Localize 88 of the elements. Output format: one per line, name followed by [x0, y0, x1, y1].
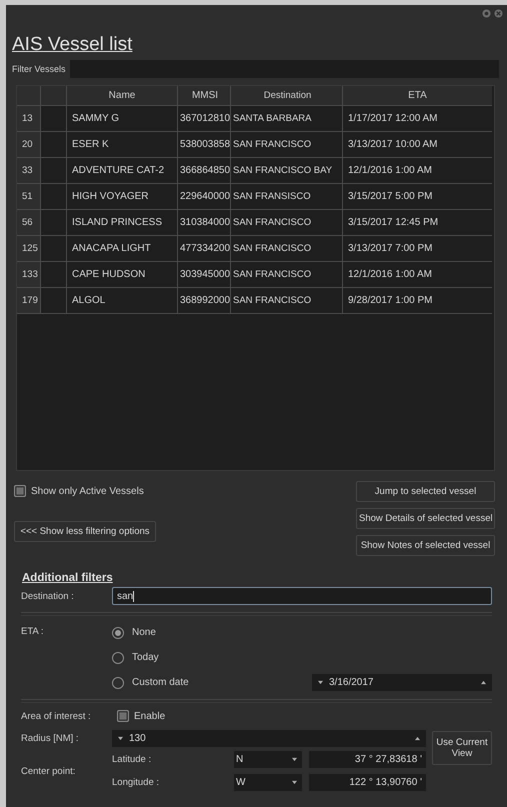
table-cell: ANACAPA LIGHT — [67, 236, 178, 262]
checkbox[interactable] — [117, 710, 129, 722]
table-cell: 12/1/2016 1:00 AM — [343, 158, 492, 184]
table-cell: SAN FRANCISCO BAY — [231, 158, 343, 184]
table-cell: 3/13/2017 7:00 PM — [343, 236, 492, 262]
table-cell — [41, 262, 67, 288]
column-header[interactable]: ETA — [343, 86, 492, 106]
column-header[interactable]: Destination — [231, 86, 343, 106]
row-number[interactable]: 33 — [17, 158, 41, 184]
checkbox[interactable] — [14, 485, 26, 497]
coordinate-field[interactable]: 122 ° 13,90760 ' — [309, 774, 426, 791]
field-label: Area of interest : — [21, 710, 92, 722]
radio-label: Today — [132, 652, 159, 663]
table-cell — [41, 132, 67, 158]
table-cell: 9/28/2017 1:00 PM — [343, 288, 492, 314]
table-cell: CAPE HUDSON — [67, 262, 178, 288]
table-cell: 3/13/2017 10:00 AM — [343, 132, 492, 158]
radio-label: Custom date — [132, 677, 189, 688]
section-title: Additional filters — [22, 572, 113, 584]
table-cell: SAMMY G — [67, 106, 178, 132]
table-cell: 477334200 — [178, 236, 231, 262]
field-label: Center point: — [21, 766, 76, 776]
field-label: Radius [NM] : — [21, 732, 80, 744]
checkbox-label: Enable — [134, 710, 166, 722]
table-cell: SAN FRANCISCO — [231, 132, 343, 158]
table-cell: SAN FRANCISCO — [231, 210, 343, 236]
radio-label: None — [132, 627, 156, 638]
table-cell — [41, 158, 67, 184]
table-cell: ALGOL — [67, 288, 178, 314]
column-header[interactable]: Name — [67, 86, 178, 106]
row-number[interactable]: 56 — [17, 210, 41, 236]
row-number[interactable]: 13 — [17, 106, 41, 132]
table-cell: SAN FRANSISCO — [231, 184, 343, 210]
table-cell: 366864850 — [178, 158, 231, 184]
table-cell: 538003858 — [178, 132, 231, 158]
date-spinner[interactable]: 3/16/2017 — [312, 674, 492, 691]
filter-label: Filter Vessels — [12, 64, 66, 74]
coordinate-field[interactable]: 37 ° 27,83618 ' — [309, 751, 426, 768]
row-number[interactable]: 125 — [17, 236, 41, 262]
table-cell — [41, 210, 67, 236]
table-cell: 367012810 — [178, 106, 231, 132]
coordinate-label: Longitude : — [112, 777, 160, 788]
table-cell: 1/17/2017 12:00 AM — [343, 106, 492, 132]
table-cell — [41, 288, 67, 314]
radius-spinner[interactable]: 130 — [112, 730, 426, 746]
coordinate-label: Latitude : — [112, 754, 152, 765]
table-cell: 3/15/2017 5:00 PM — [343, 184, 492, 210]
use-current-view-button[interactable]: Use Current View — [432, 731, 492, 765]
caret-icon — [291, 757, 298, 762]
destination-field[interactable]: san — [112, 587, 492, 605]
row-number[interactable]: 179 — [17, 288, 41, 314]
column-header[interactable]: MMSI — [178, 86, 231, 106]
field-label: ETA : — [21, 625, 45, 639]
table-cell: SAN FRANCISCO — [231, 288, 343, 314]
row-number[interactable]: 133 — [17, 262, 41, 288]
table-cell: SAN FRANCISCO — [231, 262, 343, 288]
row-number[interactable]: 51 — [17, 184, 41, 210]
table-cell: HIGH VOYAGER — [67, 184, 178, 210]
table-cell: SAN FRANCISCO — [231, 236, 343, 262]
checkbox-label: Show only Active Vessels — [31, 486, 144, 496]
table-cell — [41, 236, 67, 262]
table-cell — [41, 184, 67, 210]
table-cell: ISLAND PRINCESS — [67, 210, 178, 236]
table-cell: SANTA BARBARA — [231, 106, 343, 132]
settings-icon[interactable] — [482, 8, 491, 18]
table-cell: 229640000 — [178, 184, 231, 210]
show-less-button[interactable]: <<< Show less filtering options — [14, 521, 156, 542]
action-button[interactable]: Jump to selected vessel — [356, 481, 495, 502]
table-cell: ESER K — [67, 132, 178, 158]
table-cell: 3/15/2017 12:45 PM — [343, 210, 492, 236]
hemisphere-dropdown[interactable]: N — [234, 751, 302, 768]
table-cell: 12/1/2016 1:00 AM — [343, 262, 492, 288]
field-label: Destination : — [21, 590, 75, 602]
table-cell: 303945000 — [178, 262, 231, 288]
caret-icon — [291, 780, 298, 785]
table-cell: 310384000 — [178, 210, 231, 236]
radio-button[interactable] — [112, 676, 124, 688]
table-cell: ADVENTURE CAT-2 — [67, 158, 178, 184]
table-cell — [41, 106, 67, 132]
radio-button[interactable] — [112, 626, 124, 638]
window-title: AIS Vessel list — [12, 33, 132, 57]
radio-button[interactable] — [112, 652, 124, 664]
close-icon[interactable] — [494, 8, 503, 18]
action-button[interactable]: Show Details of selected vessel — [356, 508, 495, 529]
table-cell: 368992000 — [178, 288, 231, 314]
action-button[interactable]: Show Notes of selected vessel — [356, 535, 495, 556]
hemisphere-dropdown[interactable]: W — [234, 774, 302, 791]
row-number[interactable]: 20 — [17, 132, 41, 158]
